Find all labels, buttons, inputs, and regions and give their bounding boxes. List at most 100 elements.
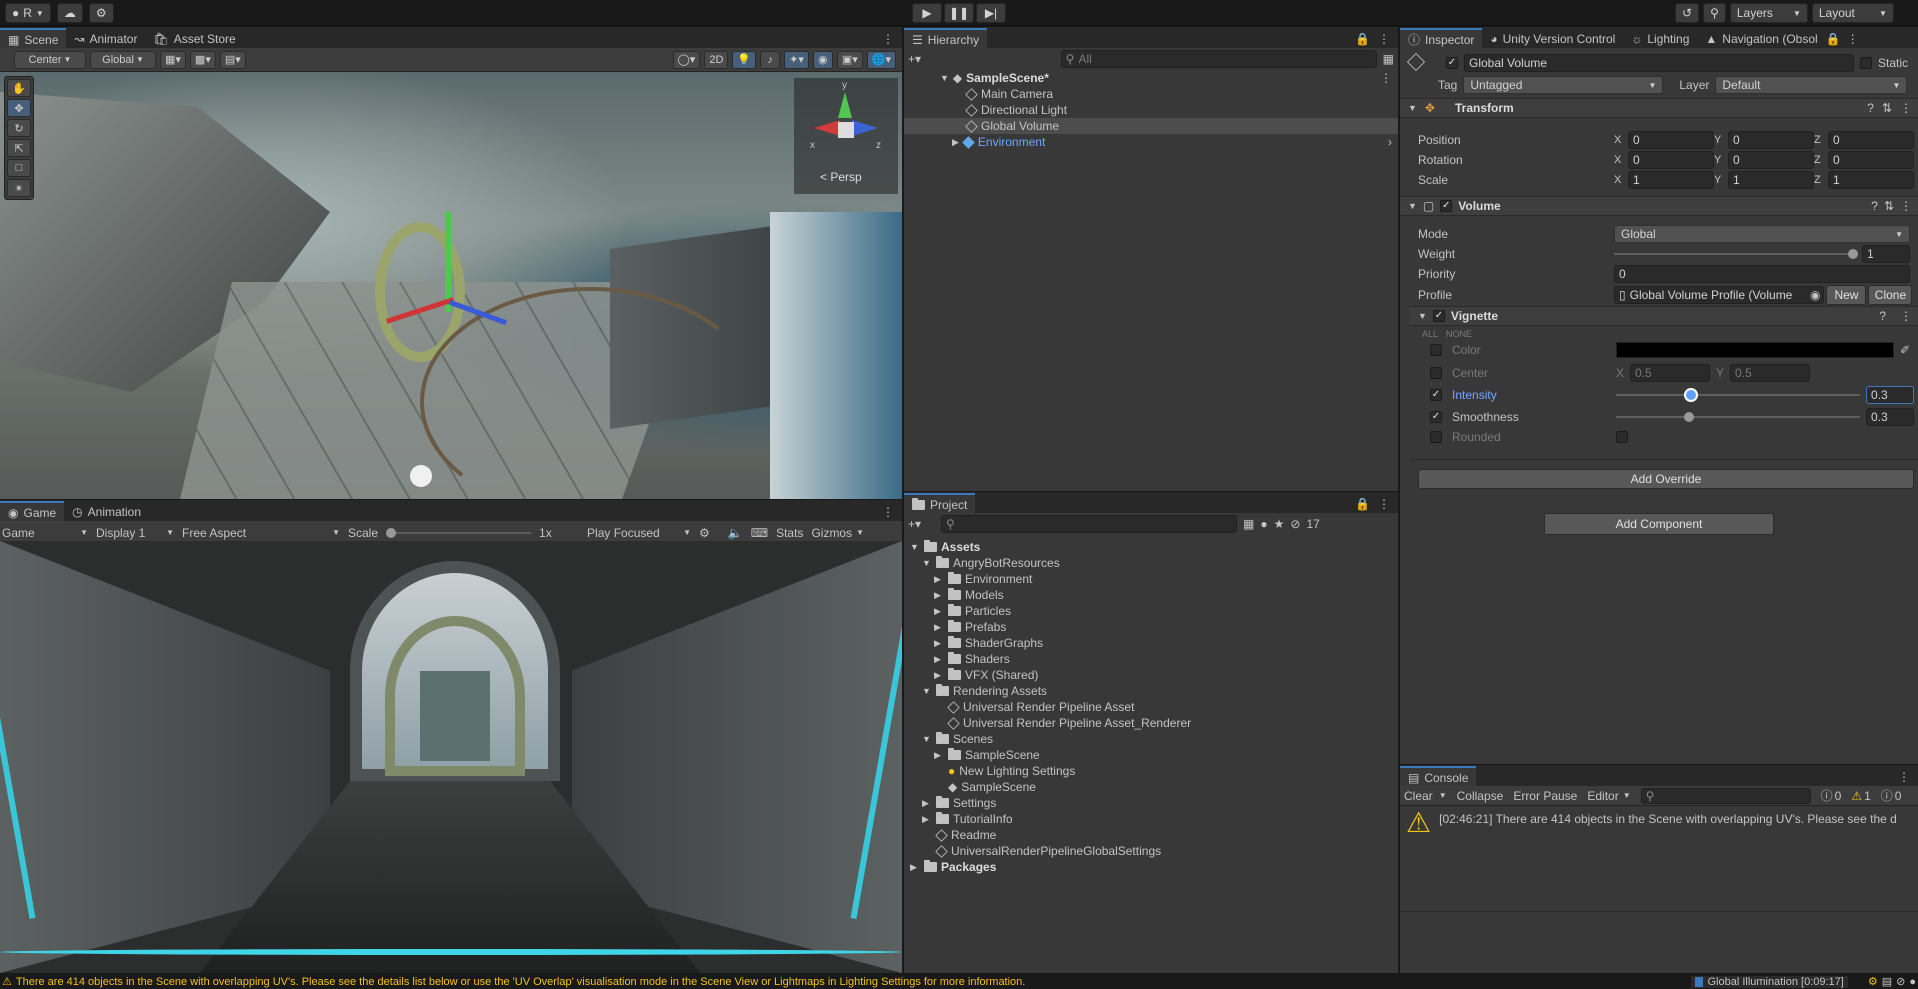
add-override-button[interactable]: Add Override	[1418, 469, 1914, 489]
more-options-icon[interactable]: ⋮	[1900, 101, 1918, 115]
aspect-dropdown[interactable]: Free Aspect ▼	[182, 526, 340, 540]
more-options-icon[interactable]: ⋮	[1378, 497, 1398, 511]
lock-icon[interactable]: 🔒	[1355, 497, 1378, 511]
transform-y-input[interactable]: 0	[1728, 151, 1814, 169]
audio-toggle[interactable]: ♪	[760, 50, 781, 69]
collapsed-arrow-icon[interactable]: ▶	[934, 638, 944, 649]
project-item[interactable]: Universal Render Pipeline Asset	[904, 699, 1398, 715]
collapsed-arrow-icon[interactable]: ▶	[922, 814, 932, 825]
collapse-toggle[interactable]: Collapse	[1457, 789, 1504, 803]
project-item[interactable]: ▶ Environment	[904, 571, 1398, 587]
rounded-checkbox[interactable]	[1616, 431, 1628, 443]
active-checkbox[interactable]: ✓	[1446, 57, 1458, 69]
project-item[interactable]: ◆ SampleScene	[904, 779, 1398, 795]
profile-field[interactable]: ▯ Global Volume Profile (Volume	[1614, 286, 1824, 304]
more-options-icon[interactable]: ⋮	[882, 32, 902, 46]
mode-dropdown[interactable]: Global ▼	[1614, 225, 1910, 243]
audio-mute-icon[interactable]: 🔈	[728, 526, 743, 540]
grid-snap-button[interactable]: ▦▾	[160, 50, 186, 69]
transform-header[interactable]: ▼ ✥ Transform ? ⇅ ⋮	[1400, 98, 1918, 118]
move-tool[interactable]: ✥	[7, 99, 31, 117]
layer-dropdown[interactable]: Default ▼	[1715, 76, 1908, 94]
hidden-packages-icon[interactable]: ⊘	[1290, 517, 1300, 531]
camera-dropdown[interactable]: ▣▾	[836, 50, 863, 69]
project-item[interactable]: ▼ Rendering Assets	[904, 683, 1398, 699]
tab-game[interactable]: ◉ Game	[0, 500, 65, 523]
tab-project[interactable]: Project	[904, 492, 976, 515]
search-options-icon[interactable]: ▦	[1383, 52, 1394, 66]
orientation-gizmo[interactable]: y x z < Persp	[794, 78, 898, 194]
tab-hierarchy[interactable]: ☰ Hierarchy	[904, 27, 988, 50]
tab-scene[interactable]: ▦ Scene	[0, 27, 67, 50]
collapsed-arrow-icon[interactable]: ▶	[934, 750, 944, 761]
center-override-checkbox[interactable]	[1430, 367, 1442, 379]
draw-mode-dropdown[interactable]: ◯▾	[672, 50, 701, 69]
center-x-input[interactable]: 0.5	[1630, 364, 1711, 382]
favorite-icon[interactable]: ★	[1274, 517, 1285, 531]
play-mode-dropdown[interactable]: Play Focused ▼	[587, 526, 691, 540]
gi-progress[interactable]: Global Illumination [0:09:17]	[1691, 975, 1848, 988]
collapsed-arrow-icon[interactable]: ▶	[934, 622, 944, 633]
space-dropdown[interactable]: Global ▼	[90, 50, 156, 69]
intensity-slider[interactable]	[1616, 386, 1860, 404]
gizmos-dropdown[interactable]: 🌐▾	[866, 50, 896, 69]
collapsed-arrow-icon[interactable]: ▶	[934, 654, 944, 665]
expand-arrow-icon[interactable]: ▼	[922, 734, 932, 744]
object-name-input[interactable]: Global Volume	[1464, 54, 1854, 72]
static-checkbox[interactable]	[1860, 57, 1872, 69]
project-item[interactable]: ▼ Scenes	[904, 731, 1398, 747]
scene-root[interactable]: ▼ ◆ SampleScene* ⋮	[904, 70, 1398, 86]
tab-lighting[interactable]: ☼ Lighting	[1623, 28, 1697, 50]
project-item[interactable]: ▶ Packages	[904, 859, 1398, 875]
help-icon[interactable]: ?	[1879, 309, 1886, 323]
pause-button[interactable]: ❚❚	[944, 3, 974, 23]
expand-arrow-icon[interactable]: ▼	[922, 558, 932, 568]
project-item[interactable]: Universal Render Pipeline Asset_Renderer	[904, 715, 1398, 731]
hierarchy-item-global-volume[interactable]: Global Volume	[904, 118, 1398, 134]
intensity-override-checkbox[interactable]: ✓	[1430, 389, 1442, 401]
lock-icon[interactable]: 🔒	[1826, 32, 1847, 46]
more-options-icon[interactable]: ⋮	[1898, 770, 1918, 784]
more-options-icon[interactable]: ⋮	[1900, 199, 1918, 213]
2d-toggle[interactable]: 2D	[704, 50, 729, 69]
project-item[interactable]: ▶ Shaders	[904, 651, 1398, 667]
weight-slider[interactable]	[1614, 245, 1858, 263]
collapsed-arrow-icon[interactable]: ▶	[934, 590, 944, 601]
project-item[interactable]: ▶ VFX (Shared)	[904, 667, 1398, 683]
object-picker-icon[interactable]: ◉	[1810, 288, 1820, 302]
pivot-dropdown[interactable]: Center ▼	[14, 50, 86, 69]
transform-z-input[interactable]: 0	[1828, 131, 1914, 149]
hierarchy-item-directional-light[interactable]: Directional Light	[904, 102, 1398, 118]
tab-navigation[interactable]: ▲ Navigation (Obsol	[1697, 28, 1825, 50]
color-override-checkbox[interactable]	[1430, 344, 1442, 356]
new-profile-button[interactable]: New	[1826, 285, 1867, 305]
transform-x-input[interactable]: 0	[1628, 151, 1714, 169]
expand-arrow-icon[interactable]: ▼	[922, 686, 932, 696]
hierarchy-item-environment[interactable]: ▶ Environment ›	[904, 134, 1398, 150]
project-search-input[interactable]: ⚲	[941, 515, 1238, 533]
smoothness-slider[interactable]	[1616, 408, 1860, 426]
eyedropper-icon[interactable]: ✐	[1900, 343, 1910, 357]
history-button[interactable]: ↺	[1675, 3, 1700, 23]
project-item[interactable]: ▼ Assets	[904, 539, 1398, 555]
transform-x-input[interactable]: 1	[1628, 171, 1714, 189]
volume-enabled-checkbox[interactable]: ✓	[1440, 200, 1453, 212]
game-mode-dropdown[interactable]: Game ▼	[2, 526, 88, 540]
collapsed-arrow-icon[interactable]: ▶	[910, 862, 920, 873]
priority-input[interactable]: 0	[1614, 265, 1910, 283]
project-item[interactable]: ▶ Particles	[904, 603, 1398, 619]
tab-animator[interactable]: ↝ Animator	[66, 28, 145, 50]
more-options-icon[interactable]: ⋮	[1380, 71, 1398, 85]
intensity-input[interactable]: 0.3	[1866, 386, 1914, 404]
collapsed-arrow-icon[interactable]: ▶	[922, 798, 932, 809]
notifications-icon[interactable]: ●	[1909, 976, 1916, 988]
more-options-icon[interactable]: ⋮	[1900, 309, 1918, 323]
lock-icon[interactable]: 🔒	[1355, 32, 1378, 46]
project-item[interactable]: Readme	[904, 827, 1398, 843]
game-viewport[interactable]	[0, 541, 902, 973]
rounded-override-checkbox[interactable]	[1430, 431, 1442, 443]
transform-y-input[interactable]: 0	[1728, 131, 1814, 149]
project-item[interactable]: ● New Lighting Settings	[904, 763, 1398, 779]
expand-arrow-icon[interactable]: ▼	[910, 542, 920, 552]
effects-dropdown[interactable]: ✦▾	[784, 50, 809, 69]
